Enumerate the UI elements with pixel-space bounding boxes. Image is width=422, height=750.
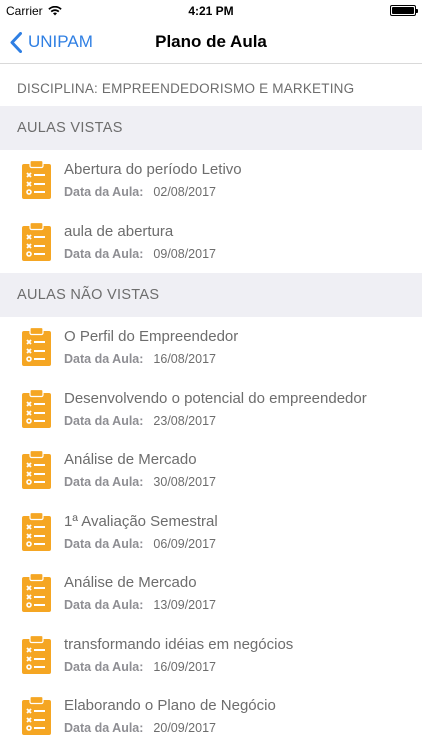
- lesson-row[interactable]: Análise de Mercado Data da Aula: 13/09/201…: [0, 563, 422, 625]
- clipboard-checklist-icon: [22, 388, 51, 428]
- lesson-row[interactable]: 1ª Avaliação Semestral Data da Aula: 06/09…: [0, 501, 422, 563]
- lesson-date-line: Data da Aula: 30/08/2017: [64, 475, 216, 489]
- clipboard-checklist-icon: [22, 160, 51, 199]
- clipboard-checklist-icon: [22, 450, 51, 489]
- discipline-label: DISCIPLINA: EMPREENDEDORISMO E MARKETING: [17, 81, 355, 96]
- lesson-date-line: Data da Aula: 23/08/2017: [64, 414, 216, 428]
- lesson-title: Análise de Mercado: [64, 574, 197, 591]
- lesson-list: AULAS VISTAS Abertura do período Letivo D…: [0, 106, 422, 748]
- date-label: Data da Aula:: [64, 246, 144, 261]
- lesson-title: transformando idéias em negócios: [64, 635, 294, 653]
- lesson-title: Abertura do período Letivo: [64, 161, 242, 178]
- clipboard-checklist-icon: [22, 511, 51, 551]
- lesson-title: 1ª Avaliação Semestral: [64, 512, 218, 530]
- lesson-title: aula de abertura: [64, 222, 174, 240]
- back-button-label: UNIPAM: [28, 32, 93, 51]
- lesson-date-line: Data da Aula: 16/08/2017: [64, 352, 216, 366]
- lesson-date: 16/08/2017: [153, 352, 216, 366]
- status-bar: Carrier 4:21 PM: [0, 0, 422, 20]
- lesson-row[interactable]: Abertura do período Letivo Data da Aula: 0…: [0, 150, 422, 212]
- section-header: AULAS VISTAS: [0, 106, 422, 150]
- lesson-row[interactable]: Elaborando o Plano de Negócio Data da Aul…: [0, 686, 422, 748]
- lesson-row[interactable]: transformando idéias em negócios Data da …: [0, 624, 422, 686]
- lesson-date-line: Data da Aula: 02/08/2017: [64, 185, 216, 199]
- date-label: Data da Aula:: [64, 475, 144, 489]
- lesson-date: 13/09/2017: [153, 598, 216, 612]
- lesson-date-line: Data da Aula: 06/09/2017: [64, 537, 216, 551]
- lesson-date: 16/09/2017: [153, 659, 216, 674]
- lesson-row[interactable]: aula de abertura Data da Aula: 09/08/2017: [0, 211, 422, 273]
- back-button[interactable]: UNIPAM: [10, 20, 93, 64]
- lesson-row[interactable]: Análise de Mercado Data da Aula: 30/08/201…: [0, 440, 422, 502]
- date-label: Data da Aula:: [64, 413, 144, 428]
- date-label: Data da Aula:: [64, 352, 144, 366]
- lesson-date-line: Data da Aula: 09/08/2017: [64, 247, 216, 261]
- date-label: Data da Aula:: [64, 598, 144, 612]
- clipboard-checklist-icon: [22, 327, 51, 366]
- status-time: 4:21 PM: [188, 4, 234, 18]
- section-header: AULAS NÃO VISTAS: [0, 273, 422, 317]
- battery-icon: [390, 5, 418, 16]
- date-label: Data da Aula:: [64, 721, 144, 735]
- lesson-date-line: Data da Aula: 13/09/2017: [64, 598, 216, 612]
- lesson-title: Elaborando o Plano de Negócio: [64, 697, 276, 714]
- chevron-left-icon: [10, 31, 22, 53]
- lesson-date: 02/08/2017: [153, 185, 216, 199]
- lesson-date: 06/09/2017: [153, 536, 216, 551]
- lesson-date: 09/08/2017: [153, 246, 216, 261]
- navigation-bar: UNIPAM Plano de Aula: [0, 20, 422, 64]
- lesson-row[interactable]: Desenvolvendo o potencial do empreendedo…: [0, 378, 422, 440]
- lesson-date: 30/08/2017: [153, 475, 216, 489]
- clipboard-checklist-icon: [22, 634, 51, 674]
- lesson-date-line: Data da Aula: 16/09/2017: [64, 660, 216, 674]
- lesson-title: O Perfil do Empreendedor: [64, 328, 239, 345]
- lesson-date-line: Data da Aula: 20/09/2017: [64, 721, 216, 735]
- lesson-row[interactable]: O Perfil do Empreendedor Data da Aula: 16/…: [0, 317, 422, 379]
- lesson-date: 23/08/2017: [153, 413, 216, 428]
- clipboard-checklist-icon: [22, 221, 51, 261]
- date-label: Data da Aula:: [64, 536, 144, 551]
- lesson-date: 20/09/2017: [153, 721, 216, 735]
- clipboard-checklist-icon: [22, 573, 51, 612]
- lesson-title: Análise de Mercado: [64, 451, 197, 468]
- date-label: Data da Aula:: [64, 185, 144, 199]
- date-label: Data da Aula:: [64, 659, 144, 674]
- lesson-title: Desenvolvendo o potencial do empreendedo…: [64, 389, 367, 407]
- clipboard-checklist-icon: [22, 696, 51, 735]
